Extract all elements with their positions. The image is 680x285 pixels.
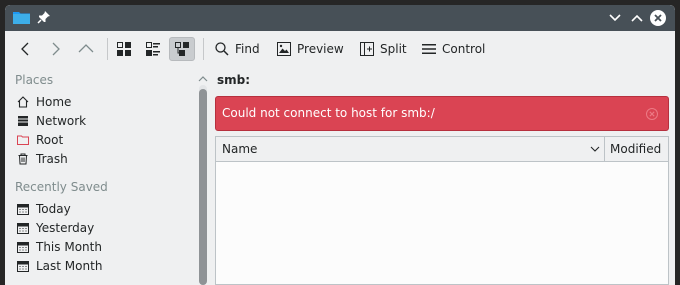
- trash-icon: [17, 153, 29, 165]
- sidebar-item-label: Yesterday: [36, 221, 95, 235]
- sidebar-item-root[interactable]: Root: [17, 131, 63, 149]
- control-menu-button[interactable]: Control: [422, 37, 485, 61]
- error-message-text: Could not connect to host for smb:/: [222, 106, 435, 120]
- places-sidebar: Places Home Network Root Trash Recently …: [5, 67, 195, 285]
- sidebar-item-label: This Month: [36, 240, 102, 254]
- network-icon: [17, 115, 29, 127]
- sidebar-item-label: Today: [36, 202, 71, 216]
- root-folder-icon: [17, 134, 29, 146]
- file-list-view[interactable]: Name Modified: [215, 136, 669, 285]
- control-label: Control: [442, 42, 486, 56]
- compact-view-button[interactable]: [140, 37, 166, 61]
- sidebar-item-label: Trash: [36, 152, 68, 166]
- sidebar-item-label: Home: [36, 95, 72, 109]
- back-button[interactable]: [13, 37, 39, 61]
- sidebar-item-label: Last Month: [36, 259, 103, 273]
- preview-label: Preview: [297, 42, 344, 56]
- file-dialog-window: Find Preview Split Control Places Home N…: [5, 5, 675, 285]
- close-window-button[interactable]: [650, 10, 666, 26]
- calendar-icon: [17, 222, 29, 234]
- recently-saved-heading: Recently Saved: [15, 180, 108, 194]
- find-button[interactable]: Find: [215, 37, 260, 61]
- places-heading: Places: [15, 73, 54, 87]
- compact-view-icon: [146, 42, 160, 56]
- toolbar-separator: [107, 38, 108, 60]
- arrow-up-icon: [78, 44, 94, 53]
- sidebar-item-today[interactable]: Today: [17, 200, 71, 218]
- sidebar-scrollbar-thumb[interactable]: [199, 89, 207, 285]
- maximize-button[interactable]: [629, 10, 645, 26]
- title-bar: [5, 5, 675, 31]
- sidebar-item-trash[interactable]: Trash: [17, 150, 68, 168]
- column-divider[interactable]: [604, 137, 605, 161]
- sidebar-item-label: Root: [36, 133, 64, 147]
- toolbar-separator: [203, 38, 204, 60]
- error-message-banner: Could not connect to host for smb:/: [215, 96, 669, 131]
- column-header-name[interactable]: Name: [222, 142, 257, 156]
- home-icon: [17, 96, 29, 108]
- icons-view-icon: [117, 42, 131, 56]
- column-header-modified[interactable]: Modified: [610, 142, 661, 156]
- details-view-button[interactable]: [169, 37, 195, 61]
- arrow-right-icon: [52, 42, 60, 56]
- details-view-icon: [175, 42, 189, 56]
- pin-icon[interactable]: [37, 10, 51, 24]
- scroll-up-arrow-icon[interactable]: [198, 75, 208, 83]
- search-icon: [215, 42, 229, 56]
- calendar-icon: [17, 203, 29, 215]
- hamburger-menu-icon: [422, 44, 436, 54]
- split-button[interactable]: Split: [360, 37, 407, 61]
- sidebar-item-yesterday[interactable]: Yesterday: [17, 219, 94, 237]
- split-view-icon: [360, 42, 374, 56]
- sidebar-item-this-month[interactable]: This Month: [17, 238, 102, 256]
- sidebar-item-network[interactable]: Network: [17, 112, 86, 130]
- sidebar-item-home[interactable]: Home: [17, 93, 71, 111]
- sidebar-item-last-month[interactable]: Last Month: [17, 257, 102, 275]
- chevron-down-icon[interactable]: [590, 145, 600, 153]
- folder-app-icon: [13, 12, 30, 24]
- icons-view-button[interactable]: [111, 37, 137, 61]
- minimize-button[interactable]: [607, 10, 623, 26]
- toolbar: Find Preview Split Control: [5, 31, 675, 67]
- file-list-header: Name Modified: [216, 137, 668, 162]
- image-preview-icon: [277, 42, 291, 56]
- calendar-icon: [17, 260, 29, 272]
- sidebar-item-label: Network: [36, 114, 87, 128]
- location-path: smb:: [217, 73, 251, 87]
- calendar-icon: [17, 241, 29, 253]
- split-label: Split: [380, 42, 407, 56]
- arrow-left-icon: [21, 42, 29, 56]
- up-button[interactable]: [73, 37, 99, 61]
- close-error-icon[interactable]: [646, 108, 658, 120]
- preview-button[interactable]: Preview: [277, 37, 344, 61]
- forward-button[interactable]: [43, 37, 69, 61]
- find-label: Find: [235, 42, 260, 56]
